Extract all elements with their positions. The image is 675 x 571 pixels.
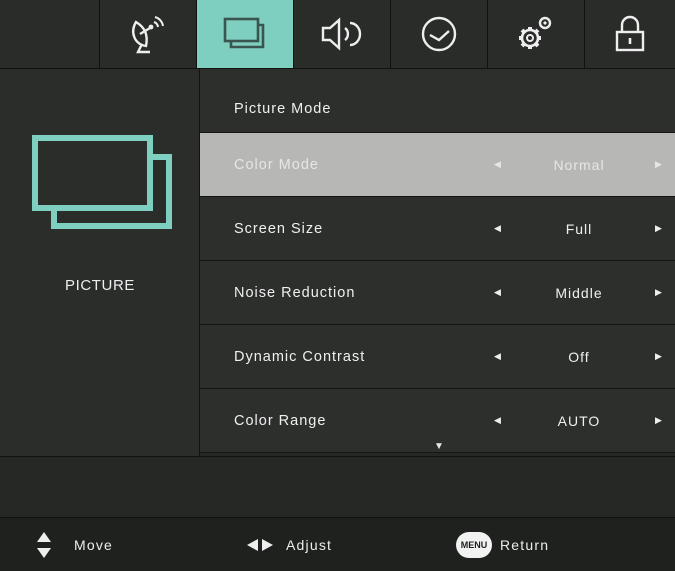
menu-item-label: Color Mode [234, 156, 319, 173]
return-hint: MENU Return [456, 518, 549, 571]
move-hint: Move [36, 518, 113, 571]
satellite-dish-icon [132, 16, 164, 54]
menu-button-icon: MENU [456, 531, 492, 558]
tv-osd-screen: ▲ PICTURE Picture Mode Color Mode ◀ Norm… [0, 0, 675, 571]
menu-item-label: Color Range [234, 412, 327, 429]
menu-item-noise-reduction[interactable]: Noise Reduction ◀ Middle ▶ [200, 261, 675, 325]
menu-item-color-mode[interactable]: Color Mode ◀ Normal ▶ [200, 133, 675, 197]
picture-settings-menu: Picture Mode Color Mode ◀ Normal ▶ Scree… [200, 69, 675, 453]
menu-item-picture-mode[interactable]: Picture Mode [200, 69, 675, 133]
left-arrow-icon[interactable]: ◀ [494, 287, 501, 298]
scroll-down-indicator: ▼ [434, 441, 444, 452]
move-label: Move [74, 536, 114, 553]
menu-item-label: Dynamic Contrast [234, 348, 366, 365]
menu-item-label: Screen Size [234, 220, 324, 237]
menu-item-screen-size[interactable]: Screen Size ◀ Full ▶ [200, 197, 675, 261]
menu-item-label: Picture Mode [234, 101, 332, 117]
category-label: PICTURE [64, 277, 136, 294]
padlock-icon [615, 15, 645, 52]
tab-picture[interactable] [197, 0, 294, 68]
menu-item-value: Normal [553, 156, 605, 173]
menu-item-value: AUTO [557, 412, 601, 429]
up-down-arrows-icon [37, 531, 51, 558]
right-arrow-icon[interactable]: ▶ [655, 415, 662, 426]
menu-item-value: Middle [555, 284, 603, 301]
left-arrow-icon[interactable]: ◀ [494, 351, 501, 362]
picture-icon [32, 135, 172, 229]
empty-band [0, 456, 675, 518]
left-arrow-icon[interactable]: ◀ [494, 159, 501, 170]
menu-item-dynamic-contrast[interactable]: Dynamic Contrast ◀ Off ▶ [200, 325, 675, 389]
left-arrow-icon[interactable]: ◀ [494, 223, 501, 234]
return-label: Return [500, 536, 550, 553]
menu-item-value: Off [568, 348, 590, 365]
tab-channel[interactable] [100, 0, 197, 68]
right-arrow-icon[interactable]: ▶ [655, 287, 662, 298]
clock-icon [421, 16, 457, 52]
right-arrow-icon[interactable]: ▶ [655, 223, 662, 234]
gear-icon [519, 16, 552, 49]
footer-hints: Move Adjust MENU Return [0, 518, 675, 571]
menu-item-value: Full [565, 220, 593, 237]
adjust-hint: Adjust [246, 518, 332, 571]
category-panel: PICTURE [0, 69, 200, 456]
tab-time[interactable] [391, 0, 488, 68]
tab-sound[interactable] [294, 0, 391, 68]
adjust-label: Adjust [286, 536, 333, 553]
tab-empty [0, 0, 100, 68]
tab-lock[interactable] [585, 0, 675, 68]
tab-setup[interactable] [488, 0, 585, 68]
left-right-arrows-icon [247, 538, 273, 551]
picture-icon [223, 17, 265, 49]
right-arrow-icon[interactable]: ▶ [655, 159, 662, 170]
speaker-icon [321, 17, 362, 51]
menu-item-label: Noise Reduction [234, 284, 356, 301]
left-arrow-icon[interactable]: ◀ [494, 415, 501, 426]
right-arrow-icon[interactable]: ▶ [655, 351, 662, 362]
top-tab-bar [0, 0, 675, 69]
